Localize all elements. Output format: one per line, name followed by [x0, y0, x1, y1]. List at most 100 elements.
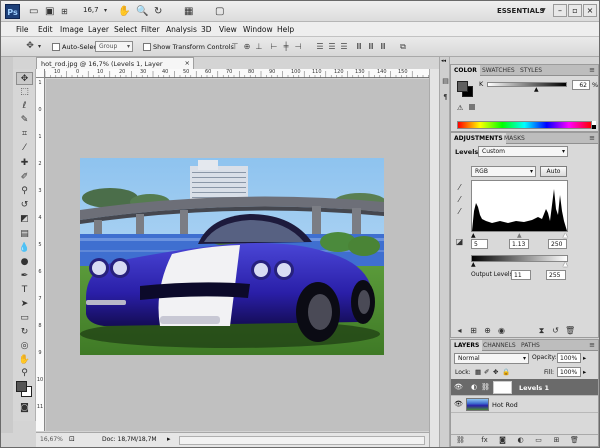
minimize-icon[interactable]: –	[553, 4, 567, 17]
ruler-origin[interactable]	[36, 69, 45, 78]
move-tool-icon[interactable]: ✥	[16, 72, 33, 85]
auto-align-icon[interactable]: ⧉	[398, 42, 408, 51]
blur-tool-icon[interactable]: 💧	[16, 242, 33, 255]
ramp-black[interactable]	[592, 125, 596, 129]
visibility-icon[interactable]: ◉	[497, 326, 506, 335]
gamut-color-swatch[interactable]	[469, 104, 475, 110]
distribute-vcenter-icon[interactable]: ☰	[327, 42, 337, 51]
channel-dropdown[interactable]: RGB ▾	[471, 166, 536, 177]
auto-select-dropdown[interactable]: Group ▾	[95, 41, 133, 52]
input-highlight-field[interactable]: 250	[548, 239, 567, 249]
layer-link-icon[interactable]: ⛓	[481, 383, 490, 391]
vertical-scrollbar[interactable]	[429, 69, 439, 447]
visibility-eye-icon[interactable]: 👁	[454, 383, 463, 391]
fill-dropdown-icon[interactable]: ▸	[583, 368, 586, 376]
align-hcenter-icon[interactable]: ╪	[281, 42, 291, 51]
layer-name[interactable]: Levels 1	[519, 384, 549, 392]
eyedropper-tool-icon[interactable]: ⁄	[16, 142, 33, 155]
link-layers-icon[interactable]: ⛓	[456, 436, 465, 444]
menu-select[interactable]: Select	[114, 25, 137, 34]
maximize-icon[interactable]: ▫	[568, 4, 582, 17]
workspace-dropdown-icon[interactable]: ▼	[541, 7, 546, 14]
document-close-icon[interactable]: ×	[185, 59, 190, 67]
align-bottom-icon[interactable]: ⊥	[254, 42, 264, 51]
panel-menu-icon[interactable]: ≡	[589, 134, 595, 142]
shape-tool-icon[interactable]: ▭	[16, 312, 33, 325]
zoom-level[interactable]: 16,7	[83, 6, 99, 14]
layers-empty-area[interactable]	[451, 413, 598, 434]
levels-preset-dropdown[interactable]: Custom ▾	[478, 146, 568, 157]
marquee-tool-icon[interactable]: ⬚	[16, 86, 33, 99]
healing-brush-tool-icon[interactable]: ✚	[16, 157, 33, 170]
menu-file[interactable]: File	[16, 25, 29, 34]
pen-tool-icon[interactable]: ✒	[16, 270, 33, 283]
input-shadow-field[interactable]: 5	[471, 239, 488, 249]
tab-adjustments[interactable]: ADJUSTMENTS	[451, 133, 506, 144]
layer-mask-thumbnail[interactable]	[493, 381, 512, 394]
k-value-input[interactable]: 62	[572, 80, 590, 90]
layer-row-levels[interactable]: 👁 ◐ ⛓ Levels 1	[451, 379, 598, 396]
bridge-icon[interactable]: ▭	[29, 5, 38, 18]
horizontal-scrollbar[interactable]	[179, 436, 425, 445]
zoom-tool-icon[interactable]: ⚲	[16, 367, 33, 380]
view-extras-icon[interactable]: ⊞	[61, 5, 68, 18]
menu-filter[interactable]: Filter	[141, 25, 160, 34]
clip-to-layer-icon[interactable]: ⊕	[483, 326, 492, 335]
delete-layer-icon[interactable]: 🗑	[570, 436, 579, 444]
status-zoom[interactable]: 16,67%	[40, 436, 63, 443]
rotate-view-icon[interactable]: ↻	[154, 5, 162, 18]
tab-channels[interactable]: CHANNELS	[480, 340, 519, 351]
paragraph-panel-icon[interactable]: ¶	[441, 93, 450, 102]
panel-menu-icon[interactable]: ≡	[589, 66, 595, 74]
show-transform-checkbox[interactable]	[143, 43, 151, 51]
white-point-eyedropper-icon[interactable]: ⁄	[455, 207, 464, 216]
distribute-top-icon[interactable]: ☰	[315, 42, 325, 51]
menu-edit[interactable]: Edit	[38, 25, 53, 34]
layer-row-hot-rod[interactable]: 👁 Hot Rod	[451, 396, 598, 413]
document-image[interactable]	[80, 158, 384, 355]
menu-layer[interactable]: Layer	[88, 25, 109, 34]
k-slider-thumb-icon[interactable]: ▲	[534, 86, 539, 93]
clone-stamp-tool-icon[interactable]: ⚲	[16, 185, 33, 198]
menu-3d[interactable]: 3D	[201, 25, 212, 34]
input-midtone-slider-icon[interactable]: ▲	[517, 232, 522, 239]
foreground-color-swatch[interactable]	[16, 381, 27, 392]
tab-styles[interactable]: STYLES	[517, 65, 545, 76]
input-shadow-slider-icon[interactable]: ▲	[471, 232, 476, 239]
k-slider[interactable]	[487, 82, 567, 87]
dodge-tool-icon[interactable]: ●	[16, 256, 33, 269]
layer-name[interactable]: Hot Rod	[492, 401, 518, 409]
screen-mode-icon[interactable]: ▢	[215, 5, 224, 18]
gray-point-eyedropper-icon[interactable]: ⁄	[455, 195, 464, 204]
opacity-field[interactable]: 100%	[557, 353, 581, 363]
add-mask-icon[interactable]: ◙	[498, 436, 507, 444]
vertical-ruler[interactable]: 1 0 1 2 3 4 5 6 7 8 9 10 11	[36, 78, 45, 431]
panel-menu-icon[interactable]: ≡	[589, 341, 595, 349]
auto-select-checkbox[interactable]	[52, 43, 60, 51]
auto-button[interactable]: Auto	[540, 166, 567, 177]
lasso-tool-icon[interactable]: ℓ	[16, 100, 33, 113]
previous-state-icon[interactable]: ⧗	[537, 326, 546, 336]
horizontal-ruler[interactable]: 10 0 10 20 30 40 50 60 70 80 90 100 110 …	[45, 69, 429, 78]
quick-mask-icon[interactable]: ◙	[16, 402, 33, 415]
align-left-icon[interactable]: ⊢	[269, 42, 279, 51]
color-foreground-swatch[interactable]	[457, 81, 468, 92]
hand-tool-icon[interactable]: ✋	[118, 5, 130, 18]
document-tab[interactable]: hot_rod.jpg @ 16,7% (Levels 1, Layer Mas…	[36, 57, 194, 76]
path-selection-tool-icon[interactable]: ➤	[16, 298, 33, 311]
type-tool-icon[interactable]: T	[16, 284, 33, 297]
menu-help[interactable]: Help	[277, 25, 294, 34]
tab-layers[interactable]: LAYERS	[451, 340, 483, 351]
input-highlight-slider-icon[interactable]: ▲	[563, 232, 568, 239]
zoom-dropdown-icon[interactable]: ▾	[104, 7, 107, 14]
history-brush-tool-icon[interactable]: ↺	[16, 199, 33, 212]
layer-style-icon[interactable]: fx	[480, 436, 489, 444]
menu-view[interactable]: View	[219, 25, 237, 34]
align-right-icon[interactable]: ⊣	[293, 42, 303, 51]
tab-masks[interactable]: MASKS	[501, 133, 528, 144]
clipping-display-icon[interactable]: ◪	[455, 237, 464, 246]
brush-tool-icon[interactable]: ✐	[16, 171, 33, 184]
align-top-icon[interactable]: ⊤	[230, 42, 240, 51]
move-tool-preset-icon[interactable]: ✥	[25, 42, 35, 51]
workspace-switcher[interactable]: ESSENTIALS	[497, 7, 545, 15]
